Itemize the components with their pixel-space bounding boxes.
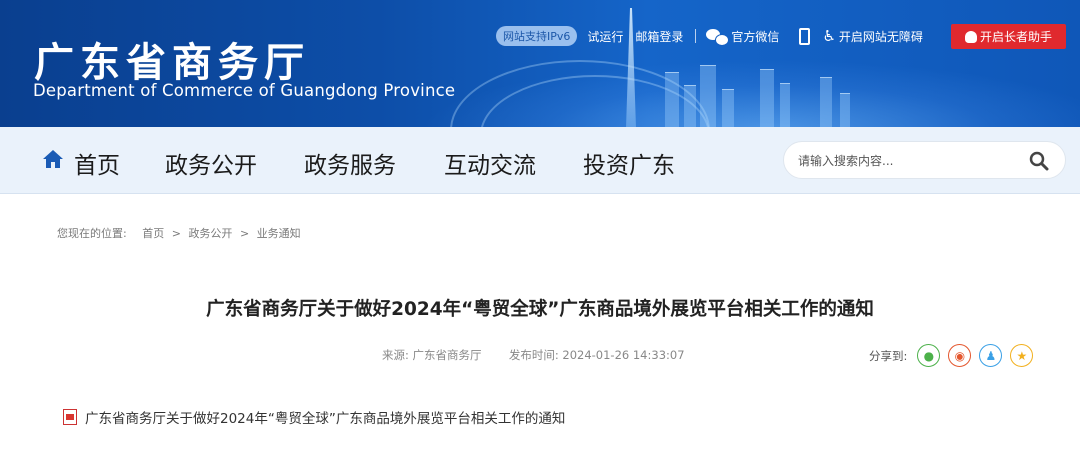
trial-run-link[interactable]: 试运行 [587, 28, 623, 45]
article-title: 广东省商务厅关于做好2024年“粤贸全球”广东商品境外展览平台相关工作的通知 [206, 299, 874, 320]
breadcrumb-item-home[interactable]: 首页 [142, 227, 164, 240]
building-graphic [840, 93, 850, 127]
nav-item-interaction[interactable]: 互动交流 [444, 146, 536, 180]
weibo-icon[interactable]: ◉ [948, 344, 972, 367]
breadcrumb-item-notices[interactable]: 业务通知 [257, 227, 301, 240]
site-title: 广东省商务厅 [34, 40, 310, 86]
article-meta: 来源: 广东省商务厅 发布时间: 2024-01-26 14:33:07 [382, 347, 685, 363]
time-label: 发布时间: [508, 348, 559, 362]
search-icon[interactable] [1029, 151, 1049, 171]
share-label: 分享到: [869, 348, 908, 363]
breadcrumb-item-gov-affairs[interactable]: 政务公开 [188, 227, 232, 240]
source-label: 来源: [382, 348, 409, 362]
pdf-icon [63, 409, 77, 425]
building-graphic [760, 69, 774, 127]
search-input[interactable] [798, 151, 1018, 171]
building-graphic [684, 85, 696, 127]
elder-icon [964, 30, 977, 43]
building-graphic [820, 77, 832, 127]
attachment-link[interactable]: 广东省商务厅关于做好2024年“粤贸全球”广东商品境外展览平台相关工作的通知 [63, 407, 565, 427]
nav-item-gov-services[interactable]: 政务服务 [304, 146, 396, 180]
accessibility-link[interactable]: 开启网站无障碍 [839, 28, 923, 45]
breadcrumb-prefix: 您现在的位置: [57, 227, 127, 240]
building-graphic [780, 83, 790, 127]
elder-assistant-label: 开启长者助手 [979, 30, 1052, 44]
share-bar: 分享到: ● ◉ ♟ ★ [869, 344, 1041, 367]
nav-item-invest[interactable]: 投资广东 [583, 146, 675, 180]
building-graphic [700, 65, 716, 127]
breadcrumb-separator: > [239, 227, 250, 240]
breadcrumb: 您现在的位置: 首页 > 政务公开 > 业务通知 [57, 225, 305, 241]
nav-item-gov-affairs[interactable]: 政务公开 [165, 146, 257, 180]
divider [695, 29, 697, 43]
accessibility-icon: ♿ [822, 27, 836, 45]
attachment-label: 广东省商务厅关于做好2024年“粤贸全球”广东商品境外展览平台相关工作的通知 [85, 411, 566, 427]
time-value: 2024-01-26 14:33:07 [562, 348, 685, 362]
elder-assistant-button[interactable]: 开启长者助手 [951, 24, 1066, 49]
mail-login-link[interactable]: 邮箱登录 [635, 28, 683, 45]
top-utility-bar: 网站支持IPv6 试运行 邮箱登录 官方微信 ♿ 开启网站无障碍 [496, 26, 935, 46]
home-icon[interactable] [42, 148, 64, 170]
header-banner: 广东省商务厅 Department of Commerce of Guangdo… [0, 0, 1080, 127]
nav-item-home[interactable]: 首页 [74, 146, 120, 180]
site-subtitle: Department of Commerce of Guangdong Prov… [33, 81, 456, 100]
qq-icon[interactable]: ♟ [979, 344, 1003, 367]
building-graphic [722, 89, 734, 127]
search-box [783, 141, 1066, 179]
ipv6-badge: 网站支持IPv6 [496, 26, 578, 46]
qzone-icon[interactable]: ★ [1010, 344, 1034, 367]
wechat-icon [706, 28, 730, 46]
breadcrumb-separator: > [171, 227, 181, 240]
wechat-icon[interactable]: ● [917, 344, 941, 367]
building-graphic [665, 72, 679, 127]
source-value: 广东省商务厅 [412, 348, 482, 362]
mobile-icon[interactable] [799, 27, 811, 45]
official-wechat-link[interactable]: 官方微信 [731, 28, 779, 45]
